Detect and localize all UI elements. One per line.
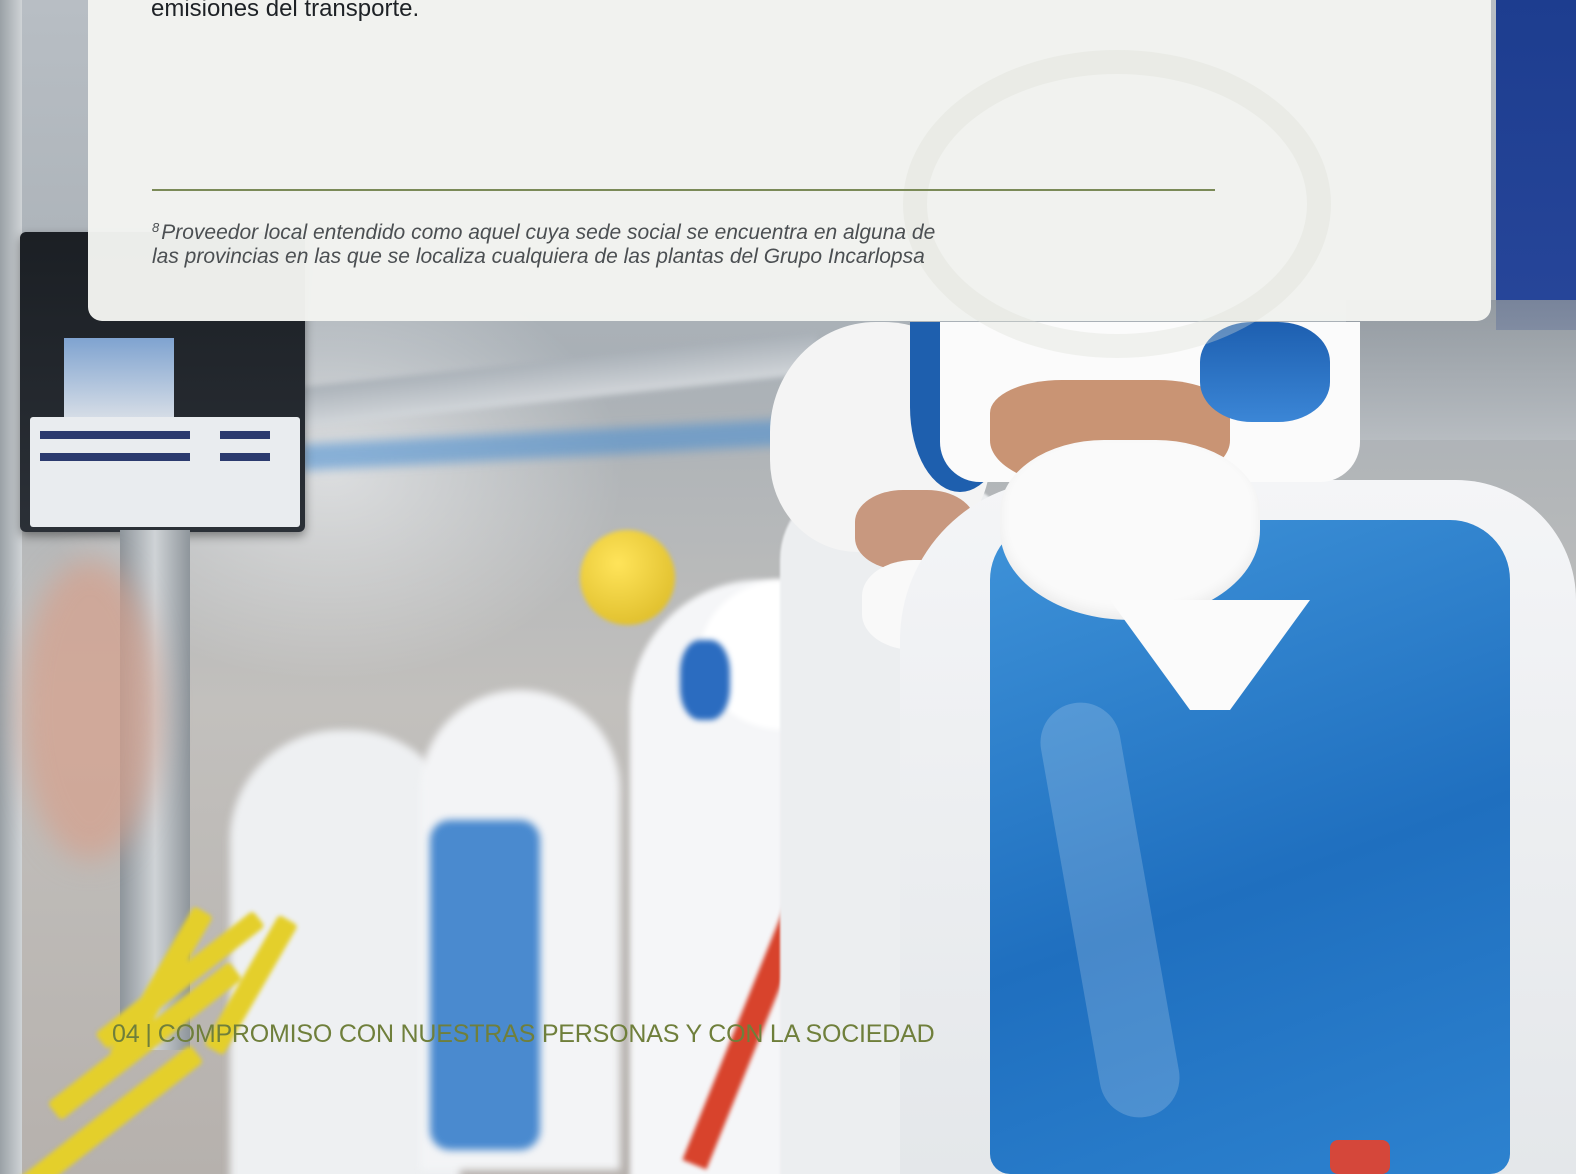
photo-yellow-fixture	[580, 530, 675, 625]
footnote-marker: 8	[152, 220, 160, 235]
footnote: 8Proveedor local entendido como aquel cu…	[152, 216, 1152, 269]
footnote-divider	[152, 189, 1215, 191]
card-watermark	[903, 50, 1331, 358]
body-paragraph-end: emisiones del transporte.	[151, 0, 420, 22]
section-number: 04	[112, 1020, 140, 1048]
section-title: COMPROMISO CON NUESTRAS PERSONAS Y CON L…	[157, 1020, 935, 1048]
terminal-label-panel	[30, 417, 300, 527]
terminal-screen	[64, 338, 174, 418]
photo-worker-mid-earmuff	[680, 640, 730, 720]
section-footer-label: 04 | COMPROMISO CON NUESTRAS PERSONAS Y CO…	[112, 1020, 935, 1049]
photo-glove	[1330, 1140, 1390, 1174]
footnote-line-2: las provincias en las que se localiza cu…	[152, 245, 925, 268]
content-card: emisiones del transporte. 8Proveedor loc…	[88, 0, 1491, 358]
photo-meat-blur	[20, 560, 160, 860]
section-separator: |	[145, 1020, 152, 1048]
photo-blue-wall	[1496, 0, 1576, 330]
photo-worker-front-mask	[1000, 440, 1260, 620]
photo-rack	[1346, 300, 1576, 440]
photo-pipe	[299, 332, 821, 428]
photo-worker-far-2-apron	[430, 820, 540, 1150]
footnote-line-1: Proveedor local entendido como aquel cuy…	[161, 221, 936, 244]
